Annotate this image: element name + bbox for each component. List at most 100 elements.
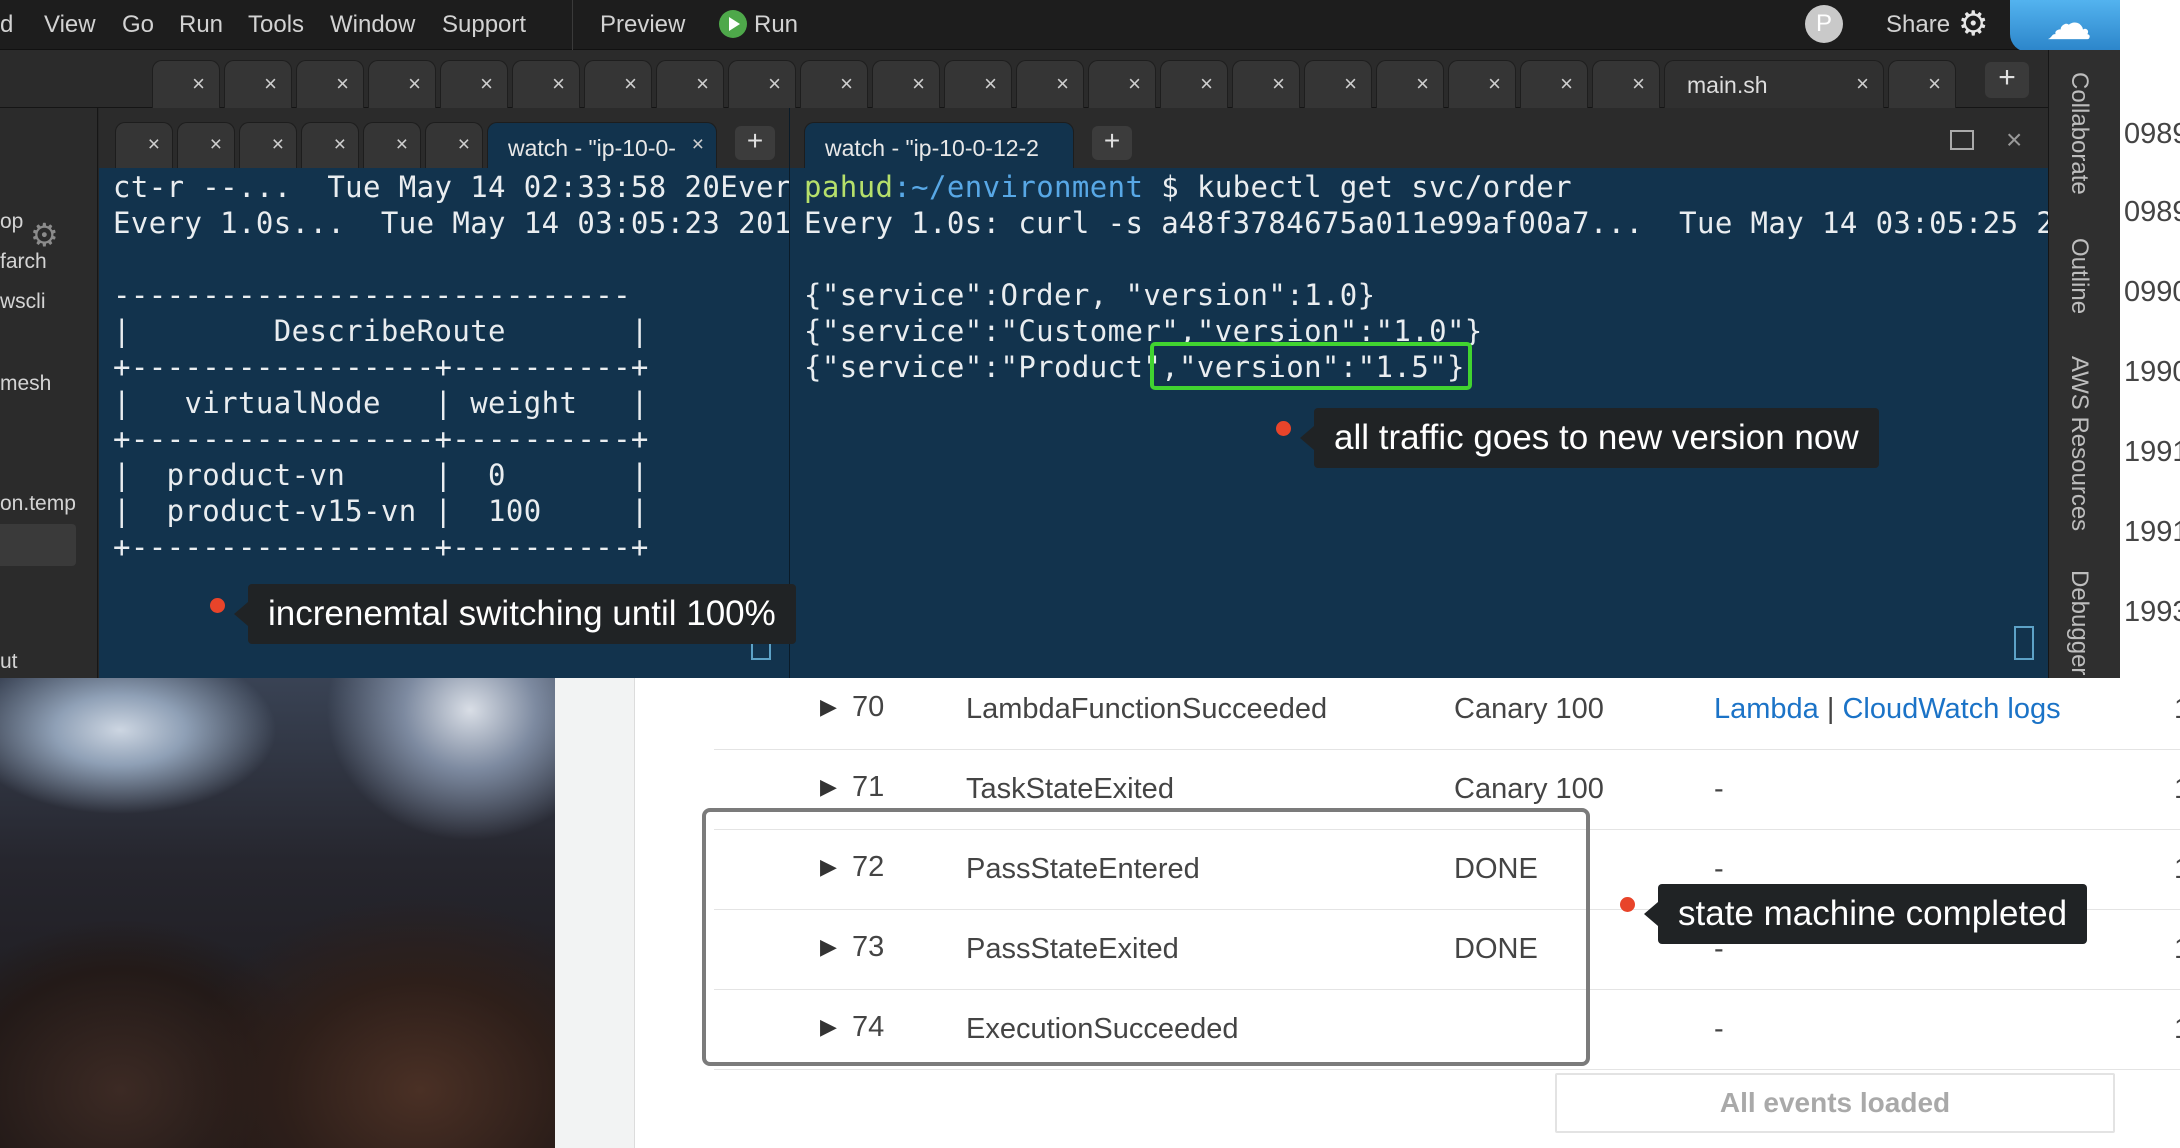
new-terminal-button[interactable]: + bbox=[735, 126, 775, 160]
file-tree-item[interactable]: wscli bbox=[0, 290, 46, 314]
settings-gear-icon[interactable]: ⚙ bbox=[30, 216, 59, 254]
callout-traffic: all traffic goes to new version now bbox=[1300, 408, 1879, 468]
close-icon[interactable]: × bbox=[272, 133, 284, 157]
close-icon[interactable]: × bbox=[396, 133, 408, 157]
file-tree-item[interactable]: op bbox=[0, 210, 23, 234]
file-tree-selection bbox=[0, 524, 76, 566]
restore-window-icon[interactable] bbox=[1950, 130, 1974, 150]
background-number: 1990 bbox=[2124, 356, 2180, 388]
new-tab-button[interactable]: + bbox=[1985, 62, 2029, 98]
terminal-line: ----------------------------- bbox=[113, 278, 631, 312]
debugger-tab[interactable]: Debugger bbox=[2065, 570, 2093, 675]
terminal-line: +-----------------+----------+ bbox=[113, 422, 649, 456]
event-type: TaskStateExited bbox=[966, 773, 1174, 805]
close-icon[interactable]: × bbox=[210, 133, 222, 157]
event-timestamp: 12324 bbox=[2174, 853, 2180, 886]
close-pane-icon[interactable]: × bbox=[2006, 124, 2022, 156]
outline-tab[interactable]: Outline bbox=[2065, 238, 2093, 314]
link-separator: | bbox=[1818, 693, 1843, 725]
event-id: 70 bbox=[852, 691, 885, 723]
close-icon[interactable]: × bbox=[687, 133, 704, 157]
collaborate-tab[interactable]: Collaborate bbox=[2065, 72, 2093, 195]
prompt-user: pahud bbox=[804, 170, 894, 204]
background-number: 1991 bbox=[2124, 436, 2180, 468]
run-button[interactable]: Run bbox=[754, 11, 798, 39]
file-tree-item[interactable]: mesh bbox=[0, 372, 51, 396]
terminal-line: | product-vn | 0 | bbox=[113, 458, 649, 492]
terminal-tab[interactable]: × bbox=[363, 122, 421, 168]
menu-divider bbox=[572, 0, 573, 50]
menu-window[interactable]: Window bbox=[330, 11, 415, 39]
completed-rows-highlight bbox=[702, 808, 1590, 1066]
file-tree-item[interactable]: on.temp bbox=[0, 492, 76, 516]
new-terminal-button[interactable]: + bbox=[1092, 126, 1132, 160]
menu-bar: d View Go Run Tools Window Support Previ… bbox=[0, 0, 2120, 52]
file-tab-bar bbox=[0, 50, 2048, 144]
all-events-loaded-button[interactable]: All events loaded bbox=[1555, 1073, 2115, 1133]
background-number: 0989 bbox=[2124, 196, 2180, 228]
callout-switching: increnemtal switching until 100% bbox=[234, 584, 796, 644]
expand-arrow-icon[interactable]: ▶ bbox=[820, 694, 837, 720]
close-icon[interactable]: × bbox=[458, 133, 470, 157]
expand-arrow-icon[interactable]: ▶ bbox=[820, 774, 837, 800]
prompt-path: :~/environment bbox=[893, 170, 1144, 204]
menu-tools[interactable]: Tools bbox=[248, 11, 304, 39]
event-type: LambdaFunctionSucceeded bbox=[966, 693, 1328, 725]
terminal-tab[interactable]: × bbox=[177, 122, 235, 168]
tab-label: watch - "ip-10-0- bbox=[508, 135, 676, 161]
pane-tab-bar: × × × × × × watch - "ip-10-0- × + bbox=[99, 108, 789, 168]
page-margin bbox=[555, 670, 635, 1148]
callout-dot bbox=[1620, 897, 1635, 912]
event-resource: - bbox=[1714, 773, 1724, 805]
desktop-wallpaper bbox=[0, 670, 555, 1148]
right-panel-bar: Collaborate Outline AWS Resources Debugg… bbox=[2048, 50, 2120, 678]
run-play-icon[interactable] bbox=[719, 10, 747, 38]
terminal-line: {"service":Order, "version":1.0} bbox=[804, 278, 1376, 312]
menu-go[interactable]: Go bbox=[122, 11, 154, 39]
menu-run[interactable]: Run bbox=[179, 11, 223, 39]
menu-item-truncated[interactable]: d bbox=[0, 11, 13, 39]
menu-view[interactable]: View bbox=[44, 11, 96, 39]
terminal-line: Every 1.0s: curl -s a48f3784675a011e99af… bbox=[804, 206, 2048, 240]
terminal-line: | product-v15-vn | 100 | bbox=[113, 494, 649, 528]
event-timestamp: 12323 bbox=[2174, 773, 2180, 806]
terminal-tab[interactable]: × bbox=[115, 122, 173, 168]
cloudwatch-logs-link[interactable]: CloudWatch logs bbox=[1842, 693, 2060, 725]
background-number: 0990 bbox=[2124, 276, 2180, 308]
aws-resources-tab[interactable]: AWS Resources bbox=[2065, 356, 2093, 531]
gear-icon[interactable]: ⚙ bbox=[1958, 4, 1988, 44]
menu-support[interactable]: Support bbox=[442, 11, 526, 39]
terminal-cursor bbox=[2014, 626, 2034, 660]
terminal-line: Every 1.0s... Tue May 14 03:05:23 2019 bbox=[113, 206, 789, 240]
cloud9-ide-window: d View Go Run Tools Window Support Previ… bbox=[0, 0, 2120, 678]
close-icon[interactable]: × bbox=[334, 133, 346, 157]
lambda-link[interactable]: Lambda bbox=[1714, 693, 1819, 725]
terminal-pane-right: watch - "ip-10-0-12-2 + pahud:~/environm… bbox=[790, 108, 2048, 678]
cloud-icon: ☁ bbox=[2046, 0, 2092, 49]
terminal-tab-active[interactable]: watch - "ip-10-0-12-2 bbox=[804, 122, 1074, 168]
pane-tab-bar: watch - "ip-10-0-12-2 + bbox=[790, 108, 2048, 168]
share-button[interactable]: Share bbox=[1886, 11, 1950, 39]
event-step: Canary 100 bbox=[1454, 693, 1604, 725]
tab-label: watch - "ip-10-0-12-2 bbox=[825, 135, 1039, 161]
terminal-tab[interactable]: × bbox=[425, 122, 483, 168]
terminal-tab-active[interactable]: watch - "ip-10-0- × bbox=[487, 122, 717, 168]
file-tree-item[interactable]: farch bbox=[0, 250, 47, 274]
background-number: 1993 bbox=[2124, 596, 2180, 628]
terminal-tab[interactable]: × bbox=[301, 122, 359, 168]
version-highlight-box bbox=[1150, 342, 1472, 390]
file-tree-item[interactable]: ut bbox=[0, 650, 18, 674]
table-row[interactable]: ▶ 70 LambdaFunctionSucceeded Canary 100 … bbox=[714, 670, 2180, 750]
terminal-tab[interactable]: × bbox=[239, 122, 297, 168]
close-icon[interactable]: × bbox=[148, 133, 160, 157]
callout-dot bbox=[210, 598, 225, 613]
callout-dot bbox=[1276, 421, 1291, 436]
preview-button[interactable]: Preview bbox=[600, 11, 685, 39]
avatar[interactable]: P bbox=[1805, 5, 1843, 43]
file-tree-sidebar: ⚙ op farch wscli mesh on.temp ut bbox=[0, 108, 98, 678]
cloud9-logo[interactable]: ☁ bbox=[2010, 0, 2120, 52]
callout-completed: state machine completed bbox=[1643, 884, 2088, 944]
event-timestamp: 12324 bbox=[2174, 1013, 2180, 1046]
event-timestamp: 12323 bbox=[2174, 693, 2180, 726]
event-timestamp: 12324 bbox=[2174, 933, 2180, 966]
